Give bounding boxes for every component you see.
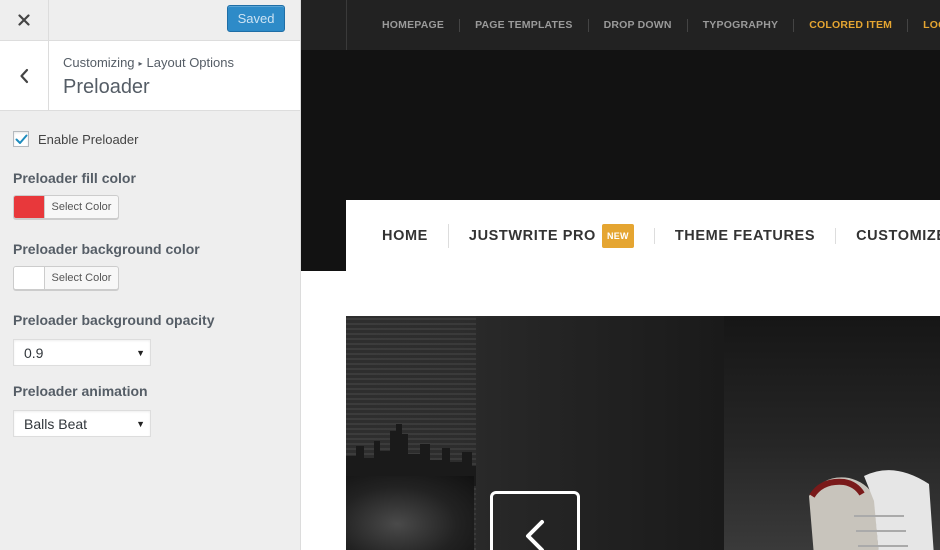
main-menu-item-label: HOME bbox=[382, 227, 428, 244]
back-button[interactable] bbox=[0, 41, 49, 110]
background-color-picker[interactable]: Select Color bbox=[13, 266, 119, 290]
featured-slider bbox=[346, 316, 940, 550]
animation-select[interactable]: Balls Beat ▼ bbox=[13, 410, 151, 437]
saved-button[interactable]: Saved bbox=[227, 5, 285, 32]
hand-image bbox=[809, 470, 934, 550]
new-badge: NEW bbox=[601, 223, 634, 248]
caret-down-icon: ▼ bbox=[136, 419, 145, 429]
background-color-title: Preloader background color bbox=[13, 241, 200, 257]
site-preview: HOMEPAGE PAGE TEMPLATES DROP DOWN TYPOGR… bbox=[301, 0, 940, 550]
enable-preloader-checkbox[interactable] bbox=[13, 131, 29, 147]
chevron-left-icon bbox=[20, 68, 29, 83]
breadcrumb-root: Customizing bbox=[63, 55, 135, 70]
fill-color-picker[interactable]: Select Color bbox=[13, 195, 119, 219]
top-menu-item-page-templates[interactable]: PAGE TEMPLATES bbox=[459, 18, 588, 32]
close-button[interactable] bbox=[0, 0, 49, 40]
fill-color-button-label: Select Color bbox=[51, 201, 112, 213]
top-menu-bar: HOMEPAGE PAGE TEMPLATES DROP DOWN TYPOGR… bbox=[301, 0, 940, 50]
main-menu-item-theme-features[interactable]: THEME FEATURES bbox=[653, 227, 835, 244]
fill-color-title: Preloader fill color bbox=[13, 170, 136, 186]
top-menu-item-drop-down[interactable]: DROP DOWN bbox=[587, 18, 687, 32]
animation-title: Preloader animation bbox=[13, 383, 148, 399]
main-menu-item-customizer[interactable]: CUSTOMIZER bbox=[835, 227, 940, 244]
close-icon bbox=[18, 14, 30, 26]
checkmark-icon bbox=[15, 134, 27, 144]
opacity-select[interactable]: 0.9 ▼ bbox=[13, 339, 151, 366]
top-menu-item-homepage[interactable]: HOMEPAGE bbox=[366, 19, 459, 32]
customizer-sidebar: Saved Customizing ▸ Layout Options Preload… bbox=[0, 0, 301, 550]
main-menu-item-justwrite-pro[interactable]: JUSTWRITE PRO NEW bbox=[447, 223, 654, 248]
breadcrumb-parent: Layout Options bbox=[146, 55, 234, 70]
slider-prev-button[interactable] bbox=[490, 491, 580, 550]
background-color-swatch bbox=[14, 267, 45, 289]
breadcrumb: Customizing ▸ Layout Options bbox=[63, 55, 234, 70]
portrait-image bbox=[346, 476, 474, 550]
main-menu-item-label: THEME FEATURES bbox=[674, 227, 816, 244]
main-menu-item-label: CUSTOMIZER bbox=[856, 227, 940, 244]
opacity-title: Preloader background opacity bbox=[13, 312, 215, 328]
top-menu: HOMEPAGE PAGE TEMPLATES DROP DOWN TYPOGR… bbox=[366, 0, 940, 50]
main-menu: HOME JUSTWRITE PRO NEW THEME FEATURES CU… bbox=[346, 200, 940, 271]
breadcrumb-separator: ▸ bbox=[138, 59, 143, 68]
slide-image-right bbox=[724, 316, 940, 550]
main-menu-item-home[interactable]: HOME bbox=[346, 228, 448, 244]
chevron-left-icon bbox=[526, 520, 544, 550]
customizer-header: Saved bbox=[0, 0, 300, 41]
top-menu-item-login[interactable]: LOGIN bbox=[907, 18, 940, 32]
top-menu-item-colored-item[interactable]: COLORED ITEM bbox=[793, 18, 907, 32]
enable-preloader-label: Enable Preloader bbox=[38, 131, 139, 147]
fill-color-swatch bbox=[14, 196, 45, 218]
enable-preloader-control[interactable]: Enable Preloader bbox=[13, 131, 138, 147]
opacity-select-value: 0.9 bbox=[24, 344, 44, 361]
animation-select-value: Balls Beat bbox=[24, 415, 88, 432]
top-menu-divider bbox=[346, 0, 347, 50]
section-title: Preloader bbox=[63, 76, 150, 98]
background-color-button-label: Select Color bbox=[51, 272, 112, 284]
top-menu-item-typography[interactable]: TYPOGRAPHY bbox=[686, 18, 794, 32]
caret-down-icon: ▼ bbox=[136, 348, 145, 358]
section-header: Customizing ▸ Layout Options Preloader bbox=[0, 41, 300, 111]
main-menu-item-label: JUSTWRITE PRO bbox=[468, 227, 596, 244]
